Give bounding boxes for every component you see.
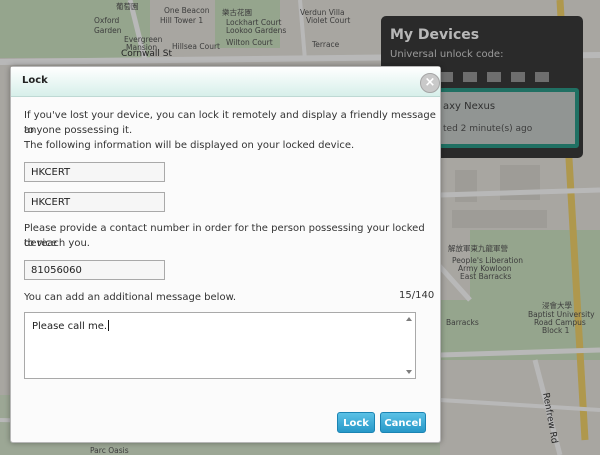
dialog-title: Lock xyxy=(22,75,48,86)
lock-button[interactable]: Lock xyxy=(337,412,375,433)
cancel-button[interactable]: Cancel xyxy=(380,412,426,433)
char-counter: 15/140 xyxy=(399,290,435,301)
display-name-field-2[interactable]: HKCERT xyxy=(24,192,165,212)
contact-text-line2: to reach you. xyxy=(24,238,90,249)
text-caret xyxy=(108,320,110,331)
scroll-up-icon[interactable] xyxy=(406,317,412,321)
message-text: Please call me. xyxy=(32,320,110,332)
message-textarea[interactable]: Please call me. xyxy=(24,312,416,379)
scroll-down-icon[interactable] xyxy=(406,370,412,374)
message-value: Please call me. xyxy=(32,321,108,332)
phone-number-field[interactable]: 81056060 xyxy=(24,260,165,280)
intro-text-line3: The following information will be displa… xyxy=(24,140,355,151)
close-icon[interactable]: × xyxy=(420,73,440,93)
dialog-header: Lock × xyxy=(11,67,440,97)
lock-dialog: Lock × If you've lost your device, you c… xyxy=(10,66,441,443)
intro-text-line2: anyone possessing it. xyxy=(24,125,133,136)
message-prompt: You can add an additional message below. xyxy=(24,292,237,303)
display-name-field-1[interactable]: HKCERT xyxy=(24,162,165,182)
